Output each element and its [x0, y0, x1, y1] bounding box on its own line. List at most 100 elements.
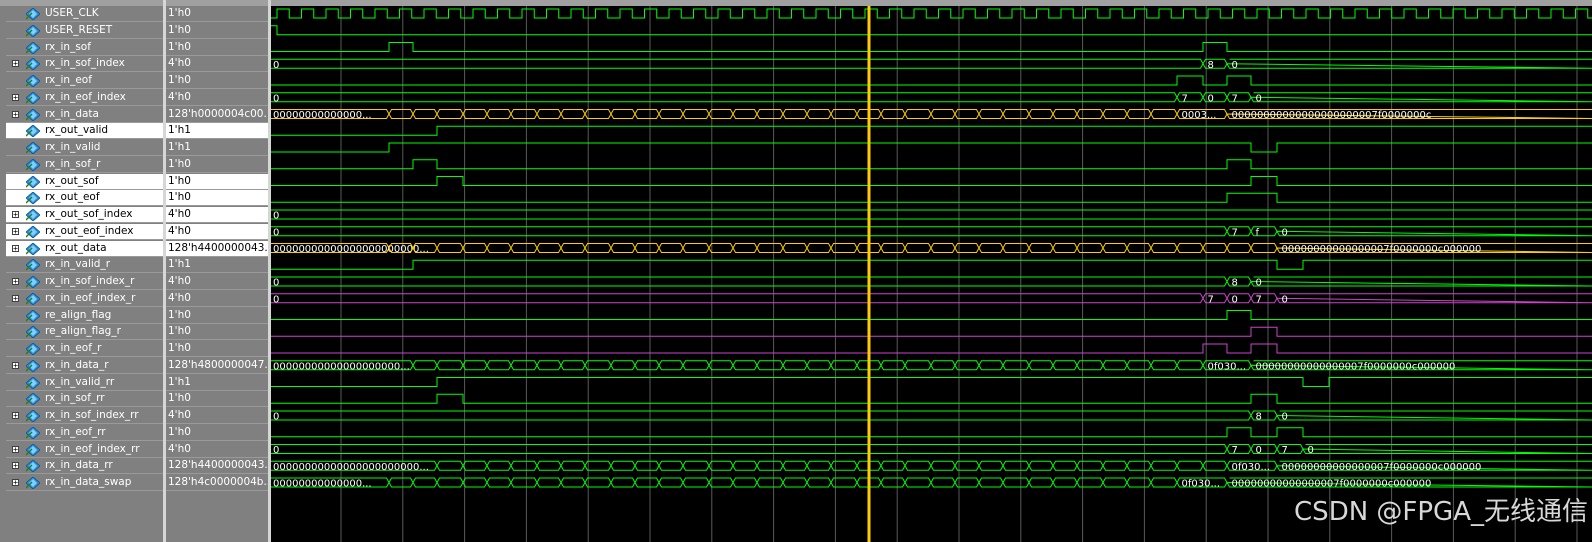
expand-plus-icon[interactable]: +: [12, 361, 19, 369]
signal-row-rx_out_eof_index[interactable]: + rx_out_eof_index: [6, 223, 163, 240]
signal-row-rx_out_sof[interactable]: rx_out_sof: [6, 173, 163, 190]
signal-value-rx_in_data_rr[interactable]: 128'h4400000043...: [166, 458, 268, 475]
waveform-svg[interactable]: 0 8 00 7 0 7 000000000000000... 0003... 00000000…: [271, 6, 1592, 542]
signal-value-rx_out_valid[interactable]: 1'h1: [166, 123, 268, 140]
signal-value-rx_in_sof_index[interactable]: 4'h0: [166, 56, 268, 73]
expand-plus-icon[interactable]: +: [12, 462, 19, 470]
expand-plus-icon[interactable]: +: [12, 60, 19, 68]
signal-row-USER_RESET[interactable]: USER_RESET: [6, 23, 163, 39]
bus-segment: [708, 243, 734, 253]
bus-segment: [536, 477, 562, 488]
signal-diamond-icon: [26, 58, 40, 71]
signal-value-rx_in_sof[interactable]: 1'h0: [166, 40, 268, 56]
bus-segment: [610, 477, 636, 488]
signal-value-rx_in_data_r[interactable]: 128'h4800000047...: [166, 358, 268, 374]
signal-value-USER_CLK[interactable]: 1'h0: [166, 6, 268, 22]
signal-value-rx_out_data[interactable]: 128'h4400000043...: [166, 240, 268, 257]
signal-row-rx_in_data_r[interactable]: + rx_in_data_r: [6, 358, 163, 374]
bus-segment: [978, 360, 1004, 371]
signal-row-rx_in_eof_index[interactable]: + rx_in_eof_index: [6, 90, 163, 106]
signal-row-rx_in_sof_index_rr[interactable]: + rx_in_sof_index_rr: [6, 408, 163, 424]
signal-value-rx_in_eof_rr[interactable]: 1'h0: [166, 425, 268, 441]
signal-row-rx_out_valid[interactable]: rx_out_valid: [6, 123, 163, 140]
waveform-canvas[interactable]: 0 8 0 0 7 0 7 0 00000000000000... 0003... 00000000…: [271, 6, 1592, 542]
bus-segment: [978, 109, 1004, 119]
bus-segment: [584, 477, 612, 488]
signal-value-rx_in_valid_rr[interactable]: 1'h1: [166, 375, 268, 391]
signal-row-rx_out_sof_index[interactable]: + rx_out_sof_index: [6, 207, 163, 223]
signal-value-rx_in_sof_index_r[interactable]: 4'h0: [166, 274, 268, 290]
bus-segment: [658, 360, 684, 371]
signal-diamond-icon: [26, 41, 40, 54]
expand-plus-icon[interactable]: +: [12, 278, 19, 286]
signal-value-rx_out_eof_index[interactable]: 4'h0: [166, 223, 268, 240]
signal-value-rx_in_valid_r[interactable]: 1'h1: [166, 257, 268, 274]
signal-row-rx_in_eof_index_r[interactable]: + rx_in_eof_index_r: [6, 291, 163, 307]
expand-plus-icon[interactable]: +: [12, 227, 19, 235]
signal-value-re_align_flag[interactable]: 1'h0: [166, 308, 268, 324]
signal-row-re_align_flag[interactable]: re_align_flag: [6, 308, 163, 324]
signal-row-rx_in_eof[interactable]: rx_in_eof: [6, 73, 163, 89]
signal-value-rx_in_eof_index_rr[interactable]: 4'h0: [166, 442, 268, 458]
bit-waveform: [271, 75, 1592, 86]
signal-diamond-icon: [26, 309, 40, 322]
expand-plus-icon[interactable]: +: [12, 110, 19, 118]
signal-row-re_align_flag_r[interactable]: re_align_flag_r: [6, 324, 163, 341]
signal-value-rx_in_sof_index_rr[interactable]: 4'h0: [166, 408, 268, 424]
signal-row-rx_in_sof_rr[interactable]: rx_in_sof_rr: [6, 391, 163, 408]
signal-row-rx_in_valid[interactable]: rx_in_valid: [6, 140, 163, 156]
signal-name-panel[interactable]: USER_CLK USER_RESET rx_in_sof + rx_in_sof_in…: [6, 6, 163, 542]
signal-row-rx_in_data[interactable]: + rx_in_data: [6, 107, 163, 123]
expand-plus-icon[interactable]: +: [12, 479, 19, 487]
signal-value-rx_in_eof_index[interactable]: 4'h0: [166, 90, 268, 106]
bus-segment: [658, 109, 684, 119]
expand-plus-icon[interactable]: +: [12, 294, 19, 302]
signal-row-rx_in_data_swap[interactable]: + rx_in_data_swap: [6, 475, 163, 491]
signal-value-rx_out_sof[interactable]: 1'h0: [166, 173, 268, 190]
signal-row-USER_CLK[interactable]: USER_CLK: [6, 6, 163, 22]
signal-name-label: rx_in_valid_rr: [45, 375, 115, 388]
signal-row-rx_in_eof_r[interactable]: rx_in_eof_r: [6, 341, 163, 357]
bus-segment: [271, 276, 1228, 287]
signal-value-re_align_flag_r[interactable]: 1'h0: [166, 324, 268, 341]
signal-name-label: rx_in_data_rr: [45, 459, 113, 472]
signal-row-rx_in_valid_rr[interactable]: rx_in_valid_rr: [6, 375, 163, 391]
bus-segment: [584, 109, 612, 119]
signal-value-rx_in_data[interactable]: 128'h0000004c00...: [166, 107, 268, 123]
signal-value-rx_in_eof_index_r[interactable]: 4'h0: [166, 291, 268, 307]
expand-plus-icon[interactable]: +: [12, 412, 19, 420]
signal-row-rx_in_sof_index_r[interactable]: + rx_in_sof_index_r: [6, 274, 163, 290]
signal-row-rx_out_data[interactable]: + rx_out_data: [6, 240, 163, 257]
signal-row-rx_in_data_rr[interactable]: + rx_in_data_rr: [6, 458, 163, 475]
signal-value-rx_in_eof_r[interactable]: 1'h0: [166, 341, 268, 357]
signal-value-rx_in_eof[interactable]: 1'h0: [166, 73, 268, 89]
signal-row-rx_in_sof[interactable]: rx_in_sof: [6, 40, 163, 56]
expand-plus-icon[interactable]: +: [12, 211, 19, 219]
bus-segment: [536, 460, 562, 471]
signal-row-rx_in_valid_r[interactable]: rx_in_valid_r: [6, 257, 163, 274]
signal-value-rx_in_sof_r[interactable]: 1'h0: [166, 157, 268, 173]
signal-row-rx_out_eof[interactable]: rx_out_eof: [6, 190, 163, 207]
bus-segment: [412, 109, 438, 119]
bus-segment: [1002, 109, 1030, 119]
signal-row-rx_in_sof_r[interactable]: rx_in_sof_r: [6, 157, 163, 173]
signal-value-rx_out_eof[interactable]: 1'h0: [166, 190, 268, 207]
signal-row-rx_in_sof_index[interactable]: + rx_in_sof_index: [6, 56, 163, 73]
signal-value-rx_out_sof_index[interactable]: 4'h0: [166, 207, 268, 223]
bus-value-label: 8: [1232, 278, 1238, 289]
signal-row-rx_in_eof_index_rr[interactable]: + rx_in_eof_index_rr: [6, 442, 163, 458]
expand-plus-icon[interactable]: +: [12, 244, 19, 252]
bus-segment: [1028, 360, 1054, 371]
bus-value-label: 0003...: [1182, 110, 1217, 121]
signal-value-rx_in_sof_rr[interactable]: 1'h0: [166, 391, 268, 408]
signal-value-USER_RESET[interactable]: 1'h0: [166, 23, 268, 39]
signal-diamond-icon: [26, 343, 40, 355]
signal-row-rx_in_eof_rr[interactable]: rx_in_eof_rr: [6, 425, 163, 441]
signal-value-rx_in_data_swap[interactable]: 128'h4c0000004b...: [166, 475, 268, 491]
expand-plus-icon[interactable]: +: [12, 445, 19, 453]
bus-segment: [904, 243, 932, 253]
signal-value-rx_in_valid[interactable]: 1'h1: [166, 140, 268, 156]
expand-plus-icon[interactable]: +: [12, 93, 19, 101]
bus-segment: [1126, 243, 1152, 253]
signal-value-panel[interactable]: 1'h0 1'h0 1'h0 4'h0 1'h0 4'h0 128'h0000004c00.…: [166, 6, 268, 542]
